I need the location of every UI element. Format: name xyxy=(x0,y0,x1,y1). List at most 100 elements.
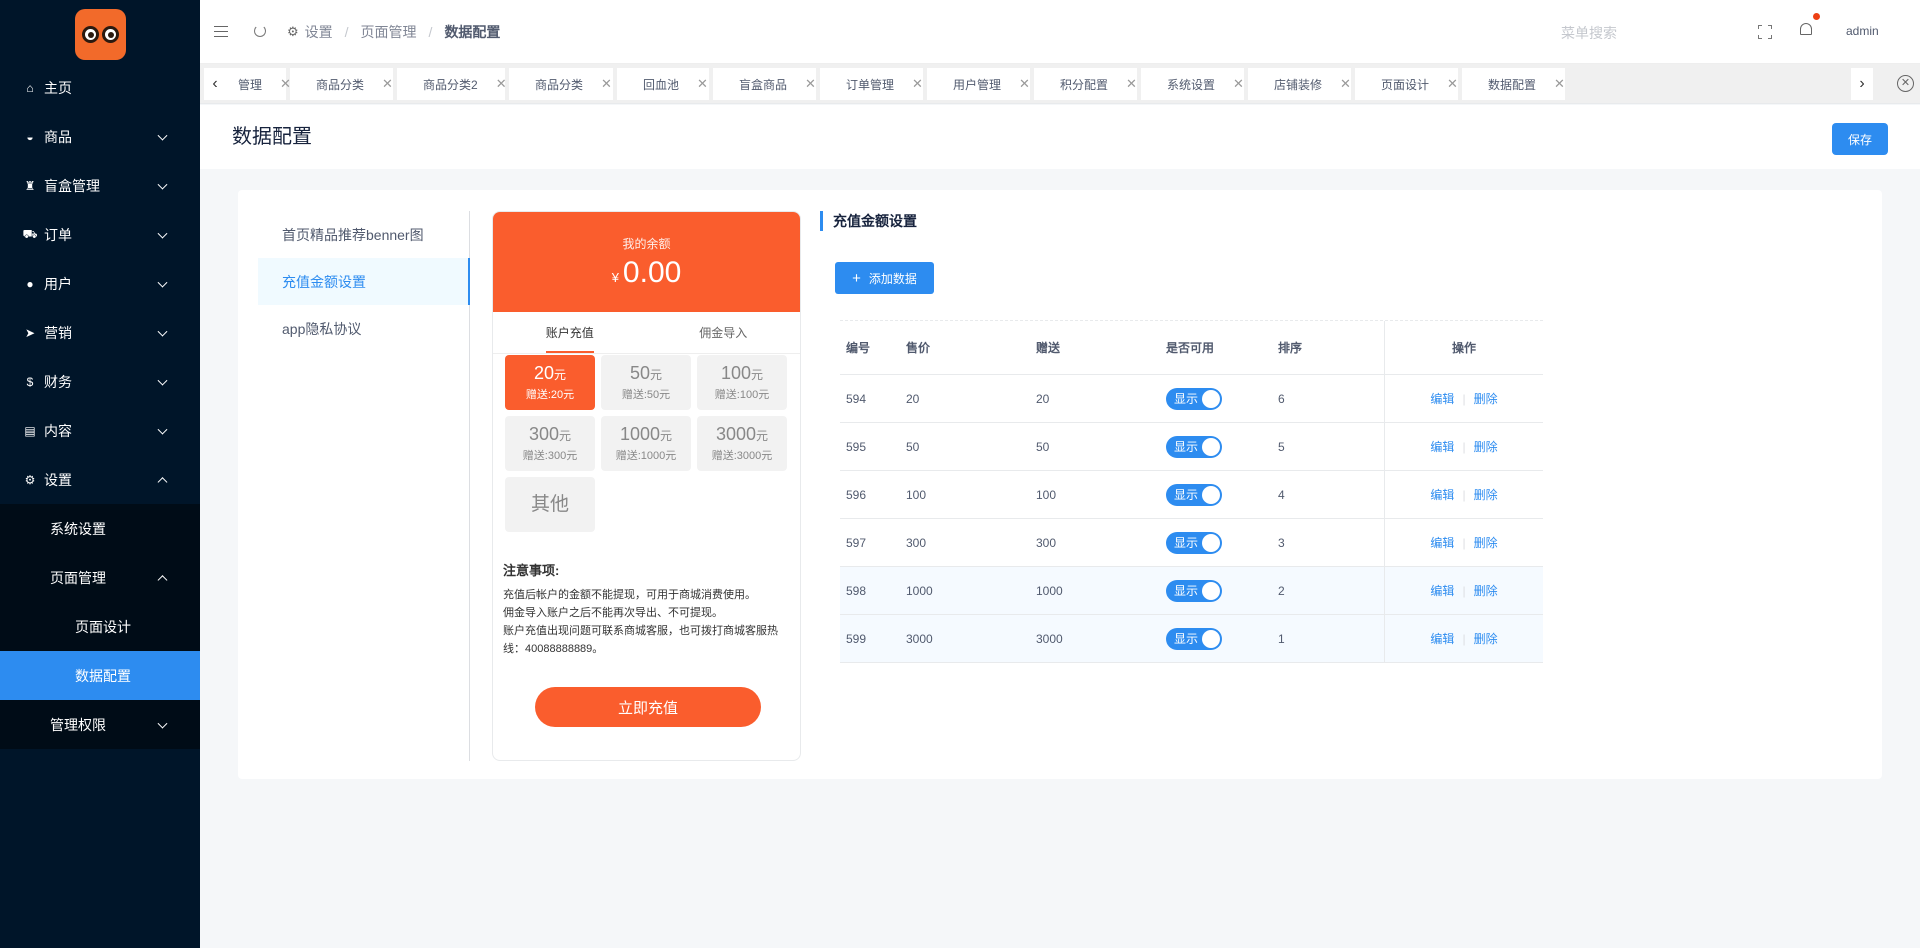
status-toggle[interactable]: 显示 xyxy=(1166,435,1222,458)
cell-price: 20 xyxy=(906,391,920,406)
tab-item[interactable]: 回血池 ✕ xyxy=(617,68,709,100)
add-data-button[interactable]: + 添加数据 xyxy=(835,262,934,294)
tab-item[interactable]: 系统设置 ✕ xyxy=(1141,68,1244,100)
tab-item[interactable]: 数据配置 ✕ xyxy=(1462,68,1565,100)
amount-option[interactable]: 100元 赠送:100元 xyxy=(697,355,787,410)
close-icon[interactable]: ✕ xyxy=(1536,76,1565,92)
tab-scroll-left[interactable]: ‹ xyxy=(204,68,226,100)
delete-link[interactable]: 删除 xyxy=(1474,632,1498,646)
amount-option[interactable]: 50元 赠送:50元 xyxy=(601,355,691,410)
delete-link[interactable]: 删除 xyxy=(1474,440,1498,454)
amount-option-other[interactable]: 其他 xyxy=(505,477,595,532)
edit-link[interactable]: 编辑 xyxy=(1430,440,1454,454)
amount-option[interactable]: 1000元 赠送:1000元 xyxy=(601,416,691,471)
delete-link[interactable]: 删除 xyxy=(1474,392,1498,406)
close-icon[interactable]: ✕ xyxy=(1429,76,1458,92)
status-toggle[interactable]: 显示 xyxy=(1166,579,1222,602)
toggle-knob xyxy=(1202,581,1220,600)
close-icon[interactable]: ✕ xyxy=(787,76,816,92)
balance-banner: 我的余额 ¥0.00 xyxy=(493,212,800,312)
sidebar-item-users[interactable]: ● 用户 xyxy=(0,259,200,308)
tab-item[interactable]: 页面设计 ✕ xyxy=(1355,68,1458,100)
tab-item[interactable]: 订单管理 ✕ xyxy=(820,68,923,100)
sidebar-item-goods[interactable]: ◒ 商品 xyxy=(0,112,200,161)
sidebar-item-orders[interactable]: ⛟ 订单 xyxy=(0,210,200,259)
tab-item[interactable]: 管理 ✕ xyxy=(226,68,291,100)
refresh-icon[interactable] xyxy=(254,25,266,37)
tab-item[interactable]: 用户管理 ✕ xyxy=(927,68,1030,100)
amount-options: 20元 赠送:20元 50元 赠送:50元 100元 赠送:100元 300元 赠送:300元… xyxy=(505,355,791,532)
delete-link[interactable]: 删除 xyxy=(1474,488,1498,502)
tab-label: 回血池 xyxy=(643,77,680,92)
breadcrumb-item[interactable]: 页面管理 xyxy=(361,22,417,42)
status-toggle[interactable]: 显示 xyxy=(1166,387,1222,410)
tab-item[interactable]: 积分配置 ✕ xyxy=(1034,68,1137,100)
amount-option[interactable]: 20元 赠送:20元 xyxy=(505,355,595,410)
close-icon[interactable]: ✕ xyxy=(679,76,708,92)
tab-account-recharge[interactable]: 账户充值 xyxy=(493,312,647,353)
status-toggle[interactable]: 显示 xyxy=(1166,627,1222,650)
status-toggle[interactable]: 显示 xyxy=(1166,483,1222,506)
fullscreen-icon[interactable] xyxy=(1758,25,1772,39)
notice-line: 佣金导入账户之后不能再次导出、不可提现。 xyxy=(503,607,723,619)
sidebar-item-page-design[interactable]: 页面设计 xyxy=(0,602,200,651)
delete-link[interactable]: 删除 xyxy=(1474,584,1498,598)
edit-link[interactable]: 编辑 xyxy=(1430,392,1454,406)
recharge-now-button[interactable]: 立即充值 xyxy=(535,687,761,727)
config-menu-item-recharge[interactable]: 充值金额设置 xyxy=(258,258,470,305)
dollar-icon: $ xyxy=(26,374,34,389)
edit-link[interactable]: 编辑 xyxy=(1430,632,1454,646)
amount-unit: 元 xyxy=(554,368,567,382)
edit-link[interactable]: 编辑 xyxy=(1430,584,1454,598)
close-icon[interactable]: ✕ xyxy=(478,76,507,92)
save-button[interactable]: 保存 xyxy=(1832,123,1888,155)
config-menu-item-banner[interactable]: 首页精品推荐benner图 xyxy=(258,211,469,258)
sidebar-item-data-config[interactable]: 数据配置 xyxy=(0,651,200,700)
owl-logo[interactable] xyxy=(75,9,126,60)
amount-option[interactable]: 300元 赠送:300元 xyxy=(505,416,595,471)
sidebar-item-settings[interactable]: ⚙ 设置 xyxy=(0,455,200,504)
breadcrumb-item[interactable]: 设置 xyxy=(305,22,333,42)
gear-icon: ⚙ xyxy=(24,472,36,487)
tab-item[interactable]: 商品分类 ✕ xyxy=(290,68,393,100)
sidebar-item-finance[interactable]: $ 财务 xyxy=(0,357,200,406)
sidebar-item-page-management[interactable]: 页面管理 xyxy=(0,553,200,602)
cell-bonus: 3000 xyxy=(1036,631,1063,646)
close-icon[interactable]: ✕ xyxy=(262,76,291,92)
close-icon[interactable]: ✕ xyxy=(583,76,612,92)
tab-label: 商品分类2 xyxy=(423,77,478,92)
sidebar-item-home[interactable]: ⌂ 主页 xyxy=(0,63,200,112)
bell-icon[interactable] xyxy=(1798,13,1820,39)
close-icon[interactable]: ✕ xyxy=(1215,76,1244,92)
amount-option[interactable]: 3000元 赠送:3000元 xyxy=(697,416,787,471)
sidebar-item-permissions[interactable]: 管理权限 xyxy=(0,700,200,749)
close-all-tabs-icon[interactable]: ✕ xyxy=(1897,75,1914,92)
delete-link[interactable]: 删除 xyxy=(1474,536,1498,550)
menu-toggle-icon[interactable] xyxy=(214,26,228,37)
config-menu-item-privacy[interactable]: app隐私协议 xyxy=(258,305,469,352)
user-menu[interactable]: admin xyxy=(1846,24,1879,38)
close-icon[interactable]: ✕ xyxy=(894,76,923,92)
chevron-down-icon xyxy=(157,277,168,288)
tab-item[interactable]: 盲盒商品 ✕ xyxy=(713,68,816,100)
close-icon[interactable]: ✕ xyxy=(1001,76,1030,92)
tab-commission-import[interactable]: 佣金导入 xyxy=(647,312,801,353)
tab-item[interactable]: 商品分类2 ✕ xyxy=(397,68,507,100)
close-icon[interactable]: ✕ xyxy=(1108,76,1137,92)
close-icon[interactable]: ✕ xyxy=(364,76,393,92)
close-icon[interactable]: ✕ xyxy=(1322,76,1351,92)
sidebar-item-blindbox[interactable]: ♜ 盲盒管理 xyxy=(0,161,200,210)
menu-search-input[interactable]: 菜单搜索 xyxy=(1561,23,1711,43)
tab-item[interactable]: 商品分类 ✕ xyxy=(509,68,613,100)
toggle-label: 显示 xyxy=(1174,536,1199,550)
toggle-label: 显示 xyxy=(1174,584,1199,598)
cell-actions: 编辑 | 删除 xyxy=(1384,471,1543,518)
status-toggle[interactable]: 显示 xyxy=(1166,531,1222,554)
sidebar-item-content[interactable]: ▤ 内容 xyxy=(0,406,200,455)
tab-item[interactable]: 店铺装修 ✕ xyxy=(1248,68,1351,100)
sidebar-item-system-settings[interactable]: 系统设置 xyxy=(0,504,200,553)
sidebar-item-marketing[interactable]: ➤ 营销 xyxy=(0,308,200,357)
tab-scroll-right[interactable]: › xyxy=(1851,68,1873,100)
edit-link[interactable]: 编辑 xyxy=(1430,536,1454,550)
edit-link[interactable]: 编辑 xyxy=(1430,488,1454,502)
